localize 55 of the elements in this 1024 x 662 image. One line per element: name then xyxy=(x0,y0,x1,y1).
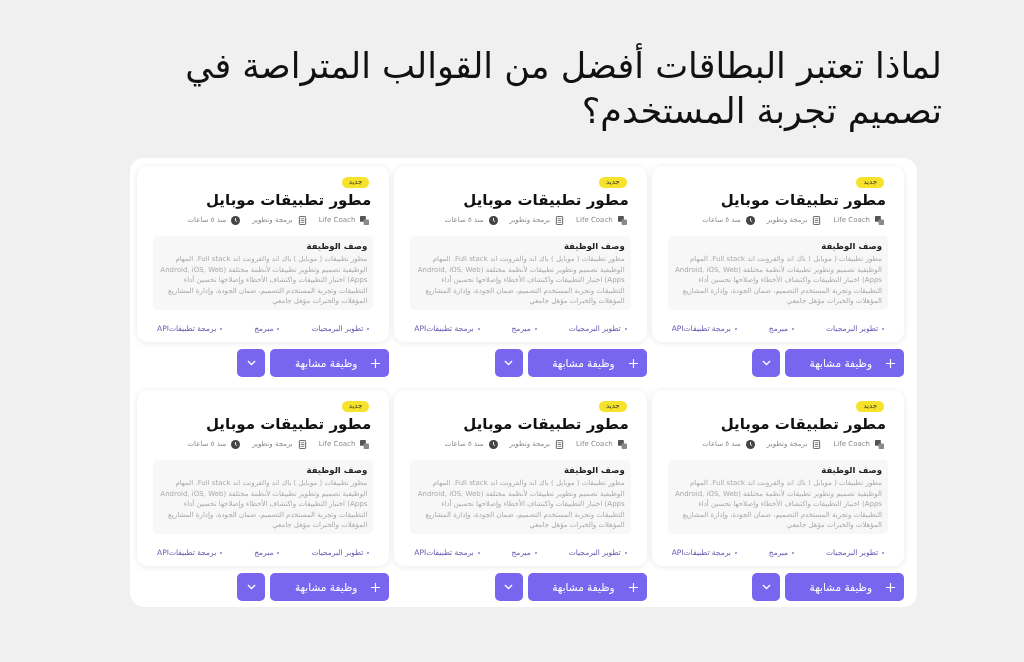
clock-icon xyxy=(231,439,241,449)
job-title: مطور تطبيقات موبايل xyxy=(205,190,373,210)
document-icon xyxy=(297,215,307,225)
document-icon xyxy=(555,439,565,449)
squares-icon xyxy=(617,439,627,449)
chevron-down-icon xyxy=(246,584,256,590)
description-heading: وصف الوظيفة xyxy=(305,464,368,476)
chevron-down-icon xyxy=(761,360,771,366)
clock-icon xyxy=(231,215,241,225)
plus-icon xyxy=(628,358,638,368)
squares-icon xyxy=(617,215,627,225)
plus-icon xyxy=(371,582,381,592)
job-title: مطور تطبيقات موبايل xyxy=(719,414,887,434)
plus-icon xyxy=(628,582,638,592)
similar-job-button[interactable]: وظيفة مشابهة xyxy=(527,573,647,601)
similar-job-button[interactable]: وظيفة مشابهة xyxy=(785,349,904,377)
chevron-down-icon xyxy=(761,584,771,590)
document-icon xyxy=(812,439,822,449)
document-icon xyxy=(297,439,307,449)
description-heading: وصف الوظيفة xyxy=(820,240,882,252)
chevron-down-icon xyxy=(504,360,514,366)
job-title: مطور تطبيقات موبايل xyxy=(719,190,887,210)
clock-icon xyxy=(488,215,498,225)
squares-icon xyxy=(360,215,370,225)
description-heading: وصف الوظيفة xyxy=(562,464,625,476)
dropdown-button[interactable] xyxy=(237,349,266,377)
plus-icon xyxy=(371,358,381,368)
job-title: مطور تطبيقات موبايل xyxy=(462,414,630,434)
clock-icon xyxy=(745,439,755,449)
similar-job-button[interactable]: وظيفة مشابهة xyxy=(527,349,647,377)
page-heading: لماذا تعتبر البطاقات أفضل من القوالب المتراصة في تصميم تجربة المستخدم؟ xyxy=(142,44,942,134)
similar-job-button[interactable]: وظيفة مشابهة xyxy=(785,573,904,601)
squares-icon xyxy=(875,215,884,225)
document-icon xyxy=(812,215,822,225)
dropdown-button[interactable] xyxy=(494,573,523,601)
similar-job-button[interactable]: وظيفة مشابهة xyxy=(270,573,390,601)
job-title: مطور تطبيقات موبايل xyxy=(205,414,373,434)
dropdown-button[interactable] xyxy=(494,349,523,377)
squares-icon xyxy=(875,439,884,449)
chevron-down-icon xyxy=(504,584,514,590)
description-heading: وصف الوظيفة xyxy=(305,240,368,252)
chevron-down-icon xyxy=(246,360,256,366)
description-heading: وصف الوظيفة xyxy=(562,240,625,252)
plus-icon xyxy=(886,358,895,368)
document-icon xyxy=(555,215,565,225)
description-heading: وصف الوظيفة xyxy=(820,464,882,476)
plus-icon xyxy=(886,582,895,592)
similar-job-button[interactable]: وظيفة مشابهة xyxy=(270,349,390,377)
clock-icon xyxy=(745,215,755,225)
dropdown-button[interactable] xyxy=(752,573,780,601)
dropdown-button[interactable] xyxy=(752,349,780,377)
dropdown-button[interactable] xyxy=(237,573,266,601)
squares-icon xyxy=(360,439,370,449)
job-title: مطور تطبيقات موبايل xyxy=(462,190,630,210)
clock-icon xyxy=(488,439,498,449)
